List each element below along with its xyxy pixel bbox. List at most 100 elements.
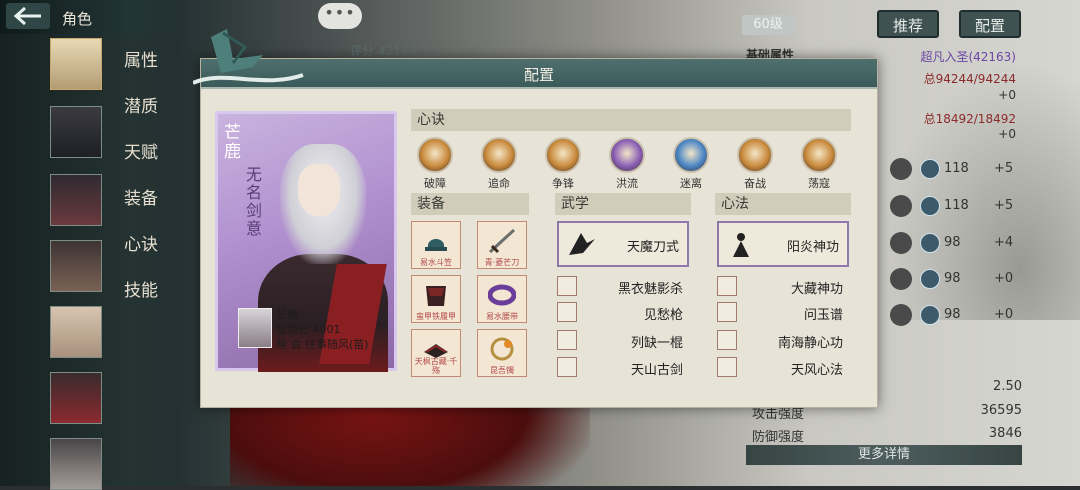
inner-art-icon	[717, 357, 737, 377]
avatar[interactable]	[50, 438, 102, 490]
skill-icon	[609, 137, 645, 173]
skill-label: 追命	[488, 177, 510, 190]
stat-icon	[890, 268, 912, 290]
xinfa-item[interactable]: 大藏神功	[717, 275, 849, 297]
player-name: 芒鹿	[276, 308, 298, 321]
equip-slot[interactable]: 天枫古藏·千殇	[411, 329, 461, 377]
stat-icon	[890, 158, 912, 180]
avatar[interactable]	[50, 240, 102, 292]
avatar	[238, 308, 272, 348]
belt-icon	[488, 284, 516, 306]
xinjue-skill[interactable]: 争锋	[543, 137, 583, 191]
level-badge: 60级	[742, 15, 794, 35]
skill-icon	[417, 137, 453, 173]
hp-add: +0	[998, 88, 1016, 102]
armor-icon	[426, 286, 446, 306]
stat-icon	[890, 195, 912, 217]
wuxue-main-slot[interactable]: 天魔刀式	[557, 221, 689, 267]
stat-value: 2.50	[993, 379, 1022, 394]
avatar[interactable]	[50, 174, 102, 226]
character-title: 无名剑意	[246, 165, 263, 238]
sidebar-item-equipment[interactable]: 装备	[124, 184, 158, 209]
stat-value: 118	[944, 198, 969, 213]
xinfa-item[interactable]: 问玉谱	[717, 301, 849, 323]
stat-value: 98	[944, 271, 961, 286]
skill-icon	[545, 137, 581, 173]
xinfa-label: 天风心法	[790, 363, 843, 378]
avatar[interactable]	[50, 306, 102, 358]
back-button[interactable]	[6, 3, 50, 29]
wuxue-label: 黑衣魅影杀	[617, 282, 683, 297]
inner-art-icon	[717, 276, 737, 296]
config-dialog: 配置 芒鹿 无名剑意 芒鹿 论剑分 4001 帮 会 往事随风(苗) 心诀 装备…	[193, 29, 878, 408]
xinfa-main-slot[interactable]: 阳炎神功	[717, 221, 849, 267]
score-text: 评分 42163	[350, 44, 416, 58]
stat-icon	[890, 304, 912, 326]
xinfa-item[interactable]: 天风心法	[717, 356, 849, 378]
chat-bubble-icon: •••	[324, 3, 356, 22]
xinfa-item[interactable]: 南海静心功	[717, 329, 849, 351]
equip-label: 天枫古藏·千殇	[414, 357, 458, 375]
stat-gem-icon	[920, 196, 940, 216]
sidebar-item-talent[interactable]: 天赋	[124, 138, 158, 163]
wuxue-item[interactable]: 黑衣魅影杀	[557, 275, 689, 297]
equip-slot[interactable]: 易水腰带	[477, 275, 527, 323]
stat-value: 118	[944, 161, 969, 176]
xinfa-label: 问玉谱	[803, 308, 843, 323]
wuxue-label: 列缺一棍	[630, 336, 683, 351]
stat-row: 98 +4	[890, 232, 1020, 254]
skill-label: 奋战	[744, 177, 766, 190]
sidebar: 属性 潜质 天赋 装备 心诀 技能	[0, 34, 190, 490]
stat-gem-icon	[920, 159, 940, 179]
stat-label: 防御强度	[752, 430, 805, 445]
skill-label: 破障	[424, 177, 446, 190]
stat-add: +0	[994, 271, 1014, 286]
inner-art-icon	[717, 302, 737, 322]
equip-slot[interactable]: 蛮甲铁履甲	[411, 275, 461, 323]
wuxue-item[interactable]: 见愁枪	[557, 301, 689, 323]
avatar[interactable]	[50, 372, 102, 424]
xinjue-skill[interactable]: 迷离	[671, 137, 711, 191]
recommend-button[interactable]: 推荐	[877, 10, 939, 38]
sidebar-item-xinjue[interactable]: 心诀	[124, 230, 158, 255]
equip-label: 易水斗笠	[420, 258, 452, 267]
equip-slot[interactable]: 青·菱芒刀	[477, 221, 527, 269]
equip-label: 蛮甲铁履甲	[416, 312, 456, 321]
xinjue-skill[interactable]: 破障	[415, 137, 455, 191]
xinjue-skill[interactable]: 追命	[479, 137, 519, 191]
avatar[interactable]	[50, 38, 102, 90]
wuxue-label: 见愁枪	[643, 308, 683, 323]
avatar[interactable]	[50, 106, 102, 158]
xinfa-main-label: 阳炎神功	[786, 240, 839, 255]
wuxue-label: 天山古剑	[630, 363, 683, 378]
config-button[interactable]: 配置	[959, 10, 1021, 38]
xinjue-skill[interactable]: 奋战	[735, 137, 775, 191]
stat-add: +5	[994, 161, 1014, 176]
xinjue-skill[interactable]: 荡寇	[799, 137, 839, 191]
sidebar-item-skills[interactable]: 技能	[124, 276, 158, 301]
stat-value: 98	[944, 235, 961, 250]
xinjue-skill[interactable]: 洪流	[607, 137, 647, 191]
stat-add: +0	[994, 307, 1014, 322]
character-face	[298, 164, 340, 216]
wuxue-item[interactable]: 天山古剑	[557, 356, 689, 378]
stat-row: 118 +5	[890, 195, 1020, 217]
equip-slot[interactable]: 昆吾镯	[477, 329, 527, 377]
equip-slot[interactable]: 易水斗笠	[411, 221, 461, 269]
wuxue-item[interactable]: 列缺一棍	[557, 329, 689, 351]
stat-add: +4	[994, 235, 1014, 250]
character-name: 芒鹿	[224, 123, 241, 162]
martial-art-icon	[557, 302, 577, 322]
chat-button[interactable]: •••	[318, 3, 362, 29]
section-header-xinfa: 心法	[715, 193, 851, 215]
mp-add: +0	[998, 127, 1016, 141]
xinfa-label: 南海静心功	[777, 336, 843, 351]
equip-label: 青·菱芒刀	[484, 258, 520, 267]
martial-art-icon	[557, 357, 577, 377]
sidebar-item-attributes[interactable]: 属性	[124, 46, 158, 71]
sidebar-item-potential[interactable]: 潜质	[124, 92, 158, 117]
more-details-button[interactable]: 更多详情	[746, 445, 1022, 465]
martial-art-icon	[569, 233, 595, 255]
equip-label: 易水腰带	[486, 312, 518, 321]
hp-text: 总94244/94244	[923, 72, 1016, 86]
